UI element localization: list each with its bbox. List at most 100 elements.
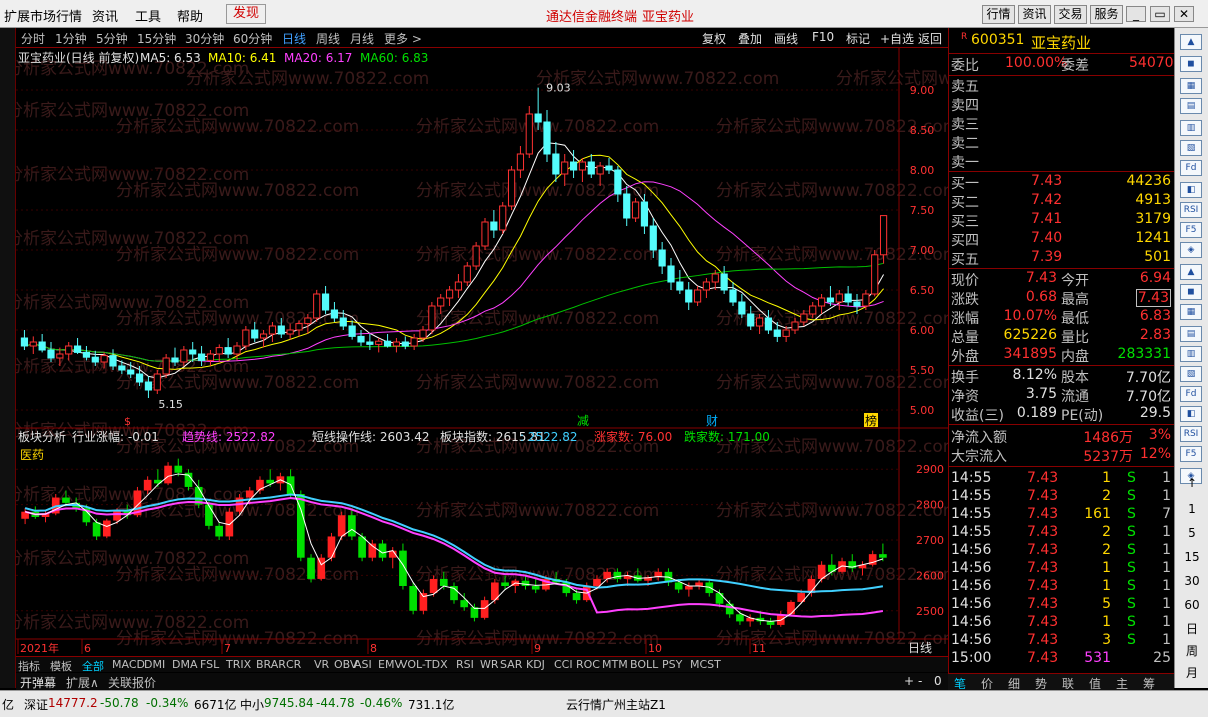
maximize-icon[interactable]: ▭ [1150, 6, 1170, 22]
tool-overlay[interactable]: 叠加 [738, 30, 762, 47]
event-marker-finance[interactable]: 财 [706, 414, 718, 428]
event-marker-rank[interactable]: 榜 [865, 413, 877, 428]
indicator-tab-dma[interactable]: DMA [172, 658, 198, 671]
tool-strip-icon[interactable]: ◈ [1180, 242, 1202, 258]
tool-draw[interactable]: 画线 [774, 30, 798, 47]
menu-discover[interactable]: 发现 [226, 4, 267, 24]
chart-area[interactable]: 9.00 8.50 8.00 7.50 7.00 6.50 6.00 5.50 5.00 2900… [16, 48, 948, 656]
tool-strip-icon[interactable]: ▥ [1180, 120, 1202, 136]
trade-button[interactable]: 交易 [1054, 5, 1087, 24]
extend-button[interactable]: 扩展∧ [66, 674, 99, 691]
period-shortcut-3[interactable]: 15 [1175, 550, 1208, 564]
period-shortcut-5[interactable]: 60 [1175, 598, 1208, 612]
period-shortcut-7[interactable]: 周 [1175, 642, 1208, 659]
period-shortcut-0[interactable]: ↑ [1175, 476, 1208, 490]
tool-adjust[interactable]: 复权 [702, 30, 726, 47]
tool-strip-icon[interactable]: F5 [1180, 222, 1202, 238]
indicator-tab-emv[interactable]: EMV [378, 658, 402, 671]
tool-strip-icon[interactable]: F5 [1180, 446, 1202, 462]
menu-extended-market[interactable]: 扩展市场行情 [4, 6, 82, 25]
ask-row: 卖一 [949, 152, 1175, 171]
period-shortcut-6[interactable]: 日 [1175, 620, 1208, 637]
indicator-tab-全部[interactable]: 全部 [82, 658, 104, 674]
quote-button[interactable]: 行情 [982, 5, 1015, 24]
indicator-tab-指标[interactable]: 指标 [18, 658, 40, 674]
tool-strip-icon[interactable]: RSI [1180, 426, 1202, 442]
ma10-legend: MA10: 6.41 [208, 51, 276, 65]
tool-strip-icon[interactable]: ◼ [1180, 284, 1202, 300]
tool-strip-icon[interactable]: ▧ [1180, 366, 1202, 382]
sector-candle-body [327, 536, 336, 558]
indicator-tab-fsl[interactable]: FSL [200, 658, 219, 671]
period-daily[interactable]: 日线 [282, 30, 306, 47]
tool-strip-icon[interactable]: ▦ [1180, 304, 1202, 320]
indicator-tab-macd[interactable]: MACD [112, 658, 145, 671]
indicator-tab-mtm[interactable]: MTM [602, 658, 628, 671]
indicator-tab-psy[interactable]: PSY [662, 658, 682, 671]
period-5min[interactable]: 5分钟 [96, 30, 128, 47]
tool-strip-icon[interactable]: ▥ [1180, 346, 1202, 362]
period-shortcut-8[interactable]: 月 [1175, 664, 1208, 681]
tool-strip-icon[interactable]: Fd [1180, 160, 1202, 176]
indicator-tab-trix[interactable]: TRIX [226, 658, 251, 671]
indicator-tab-mcst[interactable]: MCST [690, 658, 721, 671]
tool-strip-icon[interactable]: ◧ [1180, 182, 1202, 198]
indicator-tab-dmi[interactable]: DMI [144, 658, 165, 671]
service-button[interactable]: 服务 [1090, 5, 1123, 24]
period-shortcut-4[interactable]: 30 [1175, 574, 1208, 588]
period-more[interactable]: 更多 > [384, 30, 422, 47]
tool-strip-icon[interactable]: ◼ [1180, 56, 1202, 72]
indicator-tab-vr[interactable]: VR [314, 658, 329, 671]
zoom-in-button[interactable]: + [904, 674, 914, 688]
tool-strip-icon[interactable]: Fd [1180, 386, 1202, 402]
tool-add-watchlist[interactable]: +自选 [880, 30, 914, 47]
related-quote-button[interactable]: 关联报价 [108, 674, 156, 691]
tool-strip-icon[interactable]: ◧ [1180, 406, 1202, 422]
period-1min[interactable]: 1分钟 [55, 30, 87, 47]
event-marker-dividend[interactable]: $ [124, 415, 131, 428]
period-shortcut-2[interactable]: 5 [1175, 526, 1208, 540]
indicator-tab-cci[interactable]: CCI [554, 658, 573, 671]
tool-f10[interactable]: F10 [812, 30, 834, 44]
tool-strip-icon[interactable]: ▧ [1180, 140, 1202, 156]
tool-strip-icon[interactable]: ▲ [1180, 264, 1202, 280]
period-intraday[interactable]: 分时 [21, 30, 45, 47]
indicator-tab-boll[interactable]: BOLL [630, 658, 658, 671]
indicator-tab-模板[interactable]: 模板 [50, 658, 72, 674]
period-60min[interactable]: 60分钟 [233, 30, 272, 47]
indicator-tab-roc[interactable]: ROC [576, 658, 600, 671]
tool-back[interactable]: 返回 [918, 30, 942, 47]
tool-strip-icon[interactable]: ▤ [1180, 326, 1202, 342]
tool-strip-icon[interactable]: ▦ [1180, 78, 1202, 94]
menu-tools[interactable]: 工具 [135, 6, 161, 25]
menu-news[interactable]: 资讯 [92, 6, 118, 25]
tool-mark[interactable]: 标记 [846, 30, 870, 47]
status-server[interactable]: 云行情广州主站Z1 [566, 696, 666, 713]
indicator-tab-vol-tdx[interactable]: VOL-TDX [400, 658, 448, 671]
info-button[interactable]: 资讯 [1018, 5, 1051, 24]
tick-side: S [1127, 542, 1136, 558]
zoom-out-button[interactable]: - [918, 674, 922, 688]
indicator-tab-brar[interactable]: BRAR [256, 658, 286, 671]
period-shortcut-1[interactable]: 1 [1175, 502, 1208, 516]
tool-strip-icon[interactable]: RSI [1180, 202, 1202, 218]
period-30min[interactable]: 30分钟 [185, 30, 224, 47]
period-weekly[interactable]: 周线 [316, 30, 340, 47]
indicator-tab-rsi[interactable]: RSI [456, 658, 474, 671]
tool-strip-icon[interactable]: ▤ [1180, 98, 1202, 114]
indicator-tab-asi[interactable]: ASI [354, 658, 372, 671]
menu-help[interactable]: 帮助 [177, 6, 203, 25]
tool-strip-icon[interactable]: ▲ [1180, 34, 1202, 50]
period-monthly[interactable]: 月线 [350, 30, 374, 47]
danmaku-toggle[interactable]: 开弹幕 [20, 674, 56, 691]
indicator-tab-kdj[interactable]: KDJ [526, 658, 545, 671]
indicator-tab-wr[interactable]: WR [480, 658, 499, 671]
zoom-reset-button[interactable]: 0 [934, 674, 942, 688]
period-15min[interactable]: 15分钟 [137, 30, 176, 47]
event-marker-reduce[interactable]: 减 [577, 414, 589, 428]
indicator-tab-sar[interactable]: SAR [500, 658, 522, 671]
left-scroll-strip[interactable] [0, 28, 16, 688]
close-icon[interactable]: ✕ [1174, 6, 1194, 22]
minimize-icon[interactable]: _ [1126, 6, 1146, 22]
indicator-tab-cr[interactable]: CR [286, 658, 301, 671]
